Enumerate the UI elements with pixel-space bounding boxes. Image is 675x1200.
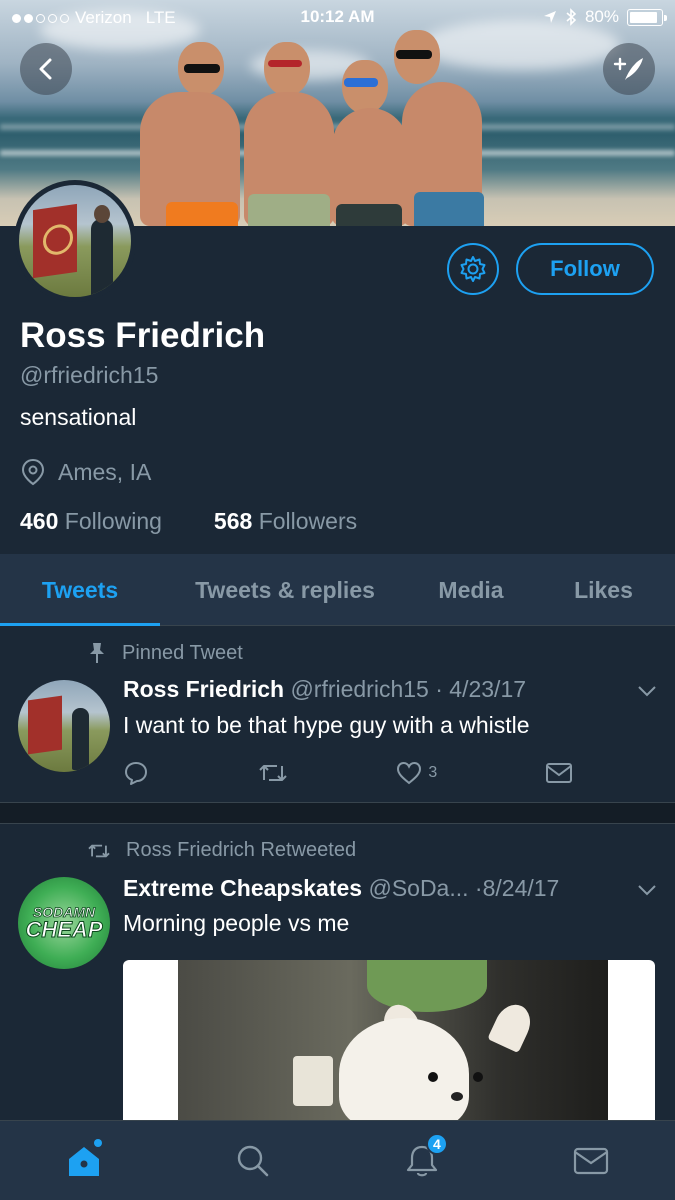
tab-likes[interactable]: Likes <box>532 554 675 626</box>
tweet-header: Ross Friedrich @rfriedrich15 · 4/23/17 <box>123 676 527 702</box>
tab-tweets-replies[interactable]: Tweets & replies <box>160 554 410 626</box>
svg-text:CHEAP: CHEAP <box>25 917 102 942</box>
notifications-badge: 4 <box>425 1132 448 1155</box>
search-icon <box>237 1145 269 1176</box>
profile-settings-button[interactable] <box>447 243 499 295</box>
followers-count: 568 <box>213 508 253 534</box>
tweet-divider <box>0 802 675 824</box>
tab-tweets[interactable]: Tweets <box>0 554 160 626</box>
tweet-author-name[interactable]: Extreme Cheapskates <box>123 875 362 901</box>
tweet-text: I want to be that hype guy with a whistl… <box>123 712 530 738</box>
back-button[interactable] <box>20 43 72 95</box>
retweeted-by-label: Ross Friedrich Retweeted <box>126 839 357 861</box>
sodamncheap-logo: SODAMN CHEAP <box>25 904 103 943</box>
tweet-date: 8/24/17 <box>482 875 560 901</box>
location-label: Ames, IA <box>58 458 152 485</box>
profile-tabs: Tweets Tweets & replies Media Likes <box>0 554 675 626</box>
home-icon <box>69 1146 100 1176</box>
tweet-header: Extreme Cheapskates @SoDa... ·8/24/17 <box>123 875 560 901</box>
tweet-pinned[interactable]: Pinned Tweet Ross Friedrich @rfriedrich1… <box>0 627 675 803</box>
nav-search[interactable] <box>213 1121 293 1200</box>
tweet-avatar[interactable]: SODAMN CHEAP <box>18 877 110 969</box>
tab-media[interactable]: Media <box>410 554 532 626</box>
like-count: 3 <box>428 764 438 781</box>
following-label: Following <box>64 508 162 534</box>
retweet-button[interactable] <box>257 760 289 786</box>
tweet-text: Morning people vs me <box>123 910 350 936</box>
nav-messages[interactable] <box>551 1121 631 1200</box>
bottom-tab-bar: 4 <box>0 1120 675 1200</box>
tweet-author-handle: @SoDa... <box>368 875 469 901</box>
pin-icon <box>90 643 104 663</box>
profile-avatar[interactable] <box>14 180 136 302</box>
profile-stats: 460 Following 568 Followers <box>20 508 357 535</box>
chevron-down-icon[interactable] <box>637 685 657 697</box>
battery-icon <box>627 8 667 26</box>
profile-handle: @rfriedrich15 <box>20 362 159 388</box>
followers-label: Followers <box>258 508 358 534</box>
profile-name: Ross Friedrich <box>20 316 266 355</box>
tweet-date: 4/23/17 <box>449 676 527 702</box>
retweet-context: Ross Friedrich Retweeted <box>86 839 356 862</box>
follow-button[interactable]: Follow <box>516 243 654 295</box>
location-pin-icon <box>21 458 45 486</box>
profile-location: Ames, IA <box>20 458 151 486</box>
tweet-media-gif[interactable] <box>123 960 655 1130</box>
nav-home[interactable] <box>44 1121 124 1200</box>
pinned-label: Pinned Tweet <box>122 641 243 664</box>
retweet-icon <box>258 765 287 781</box>
following-link[interactable]: 460 Following <box>20 508 162 535</box>
bluetooth-icon <box>566 8 577 26</box>
status-bar: Verizon LTE 10:12 AM 80% <box>0 0 675 36</box>
gear-icon <box>460 256 486 282</box>
tweet-actions: 3 <box>123 760 573 786</box>
direct-message-button[interactable] <box>545 762 573 784</box>
nav-notifications[interactable]: 4 <box>382 1121 462 1200</box>
envelope-icon <box>545 763 572 783</box>
pinned-context: Pinned Tweet <box>86 641 243 665</box>
person-figure <box>130 36 240 226</box>
new-content-dot <box>94 1138 103 1147</box>
chevron-left-icon <box>39 58 52 80</box>
battery-percent: 80% <box>584 7 619 26</box>
tweet-avatar[interactable] <box>18 680 110 772</box>
compose-icon <box>613 57 643 80</box>
tweet-author-name[interactable]: Ross Friedrich <box>123 676 284 702</box>
like-button[interactable]: 3 <box>396 761 437 785</box>
retweet-icon <box>88 844 110 857</box>
reply-icon <box>125 762 147 785</box>
chevron-down-icon[interactable] <box>637 884 657 896</box>
followers-link[interactable]: 568 Followers <box>214 508 357 535</box>
tweet-author-handle: @rfriedrich15 <box>290 676 429 702</box>
person-figure <box>394 26 494 226</box>
reply-button[interactable] <box>123 760 149 786</box>
heart-icon <box>397 761 422 785</box>
profile-bio: sensational <box>20 404 137 430</box>
envelope-icon <box>573 1147 608 1174</box>
location-arrow-icon <box>543 11 556 23</box>
following-count: 460 <box>20 508 59 534</box>
compose-tweet-button[interactable] <box>603 43 655 95</box>
person-figure <box>238 36 338 226</box>
